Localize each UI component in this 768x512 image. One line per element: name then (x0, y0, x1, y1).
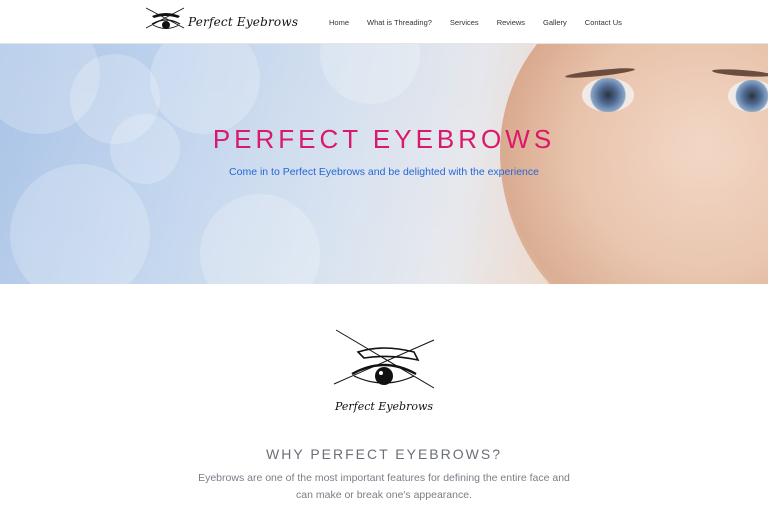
site-header: Perfect Eyebrows Home What is Threading?… (0, 0, 768, 44)
nav-contact-us[interactable]: Contact Us (585, 18, 622, 27)
why-heading: WHY PERFECT EYEBROWS? (266, 446, 502, 462)
why-paragraph: Eyebrows are one of the most important f… (198, 472, 570, 501)
nav-what-is-threading[interactable]: What is Threading? (367, 18, 432, 27)
hero-overlay (0, 44, 768, 284)
eye-logo-icon (145, 7, 185, 29)
eye-logo-icon (333, 329, 435, 389)
header-logo[interactable]: Perfect Eyebrows (144, 4, 298, 38)
nav-gallery[interactable]: Gallery (543, 18, 567, 27)
nav-home[interactable]: Home (329, 18, 349, 27)
hero-title: PERFECT EYEBROWS (212, 124, 556, 154)
intro-logo: Perfect Eyebrows (330, 326, 438, 422)
nav-reviews[interactable]: Reviews (497, 18, 525, 27)
intro-logo-text: Perfect Eyebrows (334, 400, 434, 413)
logo-text: Perfect Eyebrows (188, 15, 299, 29)
nav-services[interactable]: Services (450, 18, 479, 27)
hero-banner: PERFECT EYEBROWS Come in to Perfect Eyeb… (0, 44, 768, 284)
main-nav: Home What is Threading? Services Reviews… (320, 0, 631, 44)
hero-subtitle: Come in to Perfect Eyebrows and be delig… (229, 166, 539, 178)
